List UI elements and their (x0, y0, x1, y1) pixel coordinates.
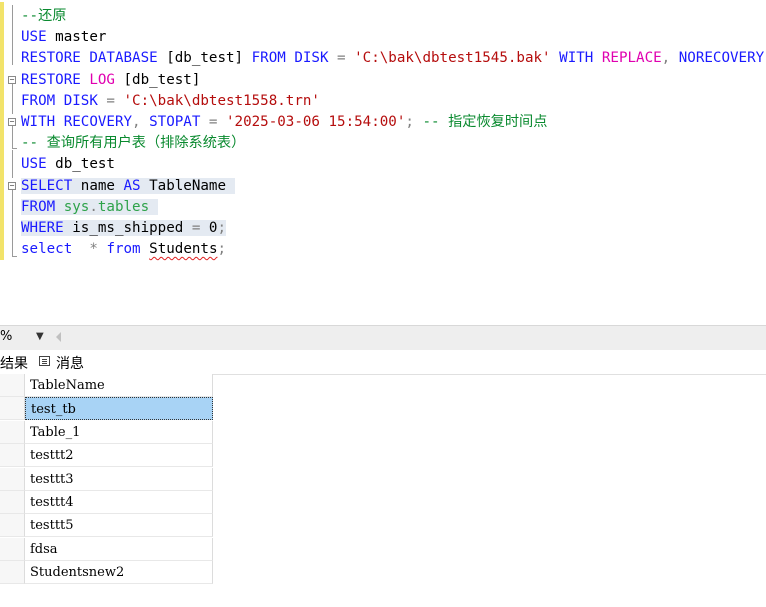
code-token: WITH (550, 50, 602, 67)
code-line[interactable]: USE db_test (21, 154, 115, 175)
table-row[interactable]: testtt4 (25, 491, 213, 514)
change-indicator-bar (0, 2, 4, 260)
code-token: SELECT (21, 177, 73, 194)
code-line[interactable]: select * from Students; (21, 239, 226, 260)
code-token: sys (63, 198, 90, 215)
code-token: -- 查询所有用户表（排除系统表） (21, 135, 246, 152)
outline-end (12, 256, 17, 257)
code-token: FROM (21, 198, 56, 215)
code-token: = (200, 114, 227, 130)
code-line[interactable]: RESTORE DATABASE [db_test] FROM DISK = '… (21, 48, 766, 69)
table-row[interactable]: Table_1 (25, 420, 213, 444)
code-token: [db_test] (114, 71, 201, 88)
row-header[interactable] (0, 537, 25, 561)
code-token: = (97, 92, 124, 109)
code-token: REPLACE (601, 50, 662, 67)
row-header[interactable] (0, 467, 25, 491)
code-token: '2025-03-06 15:54:00' (226, 114, 406, 130)
fold-toggle-with-recovery[interactable]: − (8, 118, 16, 126)
code-line[interactable]: WITH RECOVERY, STOPAT = '2025-03-06 15:5… (21, 112, 547, 133)
code-token: , (661, 50, 679, 67)
code-token: RESTORE (21, 71, 81, 88)
code-token (55, 198, 64, 215)
row-header[interactable] (0, 561, 25, 585)
code-token: = (328, 50, 355, 67)
code-token: TableName (140, 177, 235, 194)
tab-messages[interactable]: 消息 (56, 353, 84, 373)
code-token: is_ms_shipped (63, 220, 192, 236)
zoom-level[interactable]: % (0, 329, 12, 344)
chevron-down-icon[interactable]: ▼ (36, 331, 44, 342)
code-token: master (46, 29, 107, 46)
table-row[interactable]: fdsa (25, 537, 213, 561)
sql-editor[interactable]: − − − --还原 USE master RESTORE DATABASE [db… (0, 0, 766, 325)
row-header[interactable] (0, 420, 25, 444)
code-line[interactable]: RESTORE LOG [db_test] (21, 70, 200, 91)
code-line[interactable]: FROM DISK = 'C:\bak\dbtest1558.trn' (21, 91, 320, 112)
code-line[interactable]: -- 查询所有用户表（排除系统表） (21, 133, 245, 154)
table-row[interactable]: Studentsnew2 (25, 561, 213, 585)
code-token: 0 (200, 220, 218, 236)
code-token: . (89, 198, 98, 215)
tab-results[interactable]: 结果 (0, 353, 28, 373)
code-token: FROM DISK (21, 92, 98, 109)
code-token: LOG (89, 71, 115, 88)
code-token: NORECOVERY (678, 50, 765, 67)
code-token: select (21, 241, 73, 258)
table-row[interactable]: test_tb (25, 397, 213, 421)
code-token: ; (217, 220, 227, 236)
code-token: db_test (46, 156, 115, 173)
code-line[interactable]: --还原 (21, 6, 66, 27)
table-row[interactable]: testtt3 (25, 467, 213, 491)
row-header[interactable] (0, 397, 25, 421)
code-token: , (132, 114, 150, 130)
code-token: --还原 (21, 8, 67, 24)
column-header-tablename[interactable]: TableName (25, 374, 213, 397)
code-token: 'C:\bak\dbtest1558.trn' (123, 92, 320, 109)
zoom-bar: % ▼ (0, 325, 766, 350)
code-token: ; (217, 241, 227, 258)
outline-guide (12, 84, 13, 114)
code-token: * (89, 241, 98, 258)
table-row[interactable]: testtt2 (25, 444, 213, 468)
result-tabs: 结果 消息 (0, 350, 766, 375)
code-token: name (72, 177, 124, 194)
code-line[interactable]: USE master (21, 27, 106, 48)
code-token: WHERE (21, 220, 64, 236)
code-token: from (106, 241, 141, 258)
code-token: ; (405, 114, 423, 130)
outline-guide (12, 190, 13, 256)
code-token: USE (21, 156, 47, 173)
messages-icon (39, 356, 50, 366)
code-token: Students (149, 241, 218, 258)
table-row[interactable]: testtt5 (25, 514, 213, 538)
code-token: -- 指定恢复时间点 (422, 114, 548, 130)
code-token: tables (97, 198, 158, 215)
outline-end (12, 148, 17, 149)
outline-guide (12, 126, 13, 148)
code-token: RESTORE DATABASE (21, 50, 158, 67)
fold-toggle-restore-log[interactable]: − (8, 76, 16, 84)
code-token: AS (123, 177, 141, 194)
fold-toggle-select[interactable]: − (8, 182, 16, 190)
code-token: USE (21, 29, 47, 46)
code-line[interactable]: WHERE is_ms_shipped = 0; (21, 218, 227, 239)
code-token: WITH RECOVERY (21, 114, 133, 130)
code-token: FROM DISK (251, 50, 329, 67)
scroll-left-icon[interactable] (56, 332, 61, 342)
code-token: 'C:\bak\dbtest1545.bak' (354, 50, 551, 67)
row-header[interactable] (0, 444, 25, 468)
row-header[interactable] (0, 514, 25, 538)
outline-guide (12, 5, 13, 65)
code-token: [db_test] (157, 50, 252, 67)
row-header[interactable] (0, 491, 25, 514)
row-header-corner[interactable] (0, 374, 25, 397)
code-line[interactable]: FROM sys.tables (21, 197, 158, 218)
outline-guide (12, 150, 13, 178)
code-line[interactable]: SELECT name AS TableName (21, 176, 235, 197)
code-token: STOPAT (149, 114, 201, 130)
